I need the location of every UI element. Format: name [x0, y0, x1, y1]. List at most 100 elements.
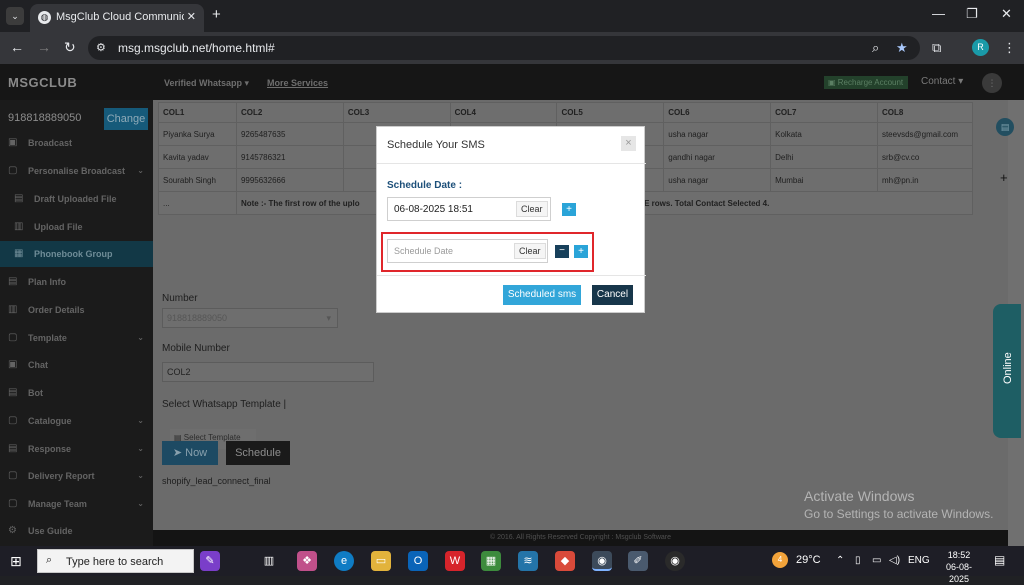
app-header: MSGCLUB Verified Whatsapp ▾ More Service…: [0, 64, 1024, 100]
user-icon[interactable]: ⋮: [982, 73, 1002, 93]
number-select[interactable]: 918818889050 ▾: [162, 308, 338, 328]
chrome-profile-icon[interactable]: ◉: [665, 551, 685, 571]
file-explorer-icon[interactable]: ▭: [371, 551, 391, 571]
sidebar-item-4[interactable]: ▦ Phonebook Group: [0, 241, 153, 267]
sidebar-item-11[interactable]: ▤ Response ⌄: [0, 436, 153, 462]
volume-icon[interactable]: ◁): [889, 555, 900, 566]
table-header: COL7: [770, 102, 878, 123]
browser-tab[interactable]: ◍ MsgClub Cloud Communication ✕: [30, 4, 204, 32]
close-icon[interactable]: ✕: [187, 10, 196, 23]
cancel-button[interactable]: Cancel: [592, 285, 633, 305]
sidebar-item-13[interactable]: ▢ Manage Team ⌄: [0, 491, 153, 517]
restore-icon[interactable]: ❐: [966, 6, 978, 22]
contact-menu[interactable]: Contact ▾: [921, 76, 963, 87]
recharge-button[interactable]: ▣ Recharge Account: [824, 76, 908, 89]
paint-icon[interactable]: ✐: [628, 551, 648, 571]
weather-icon[interactable]: 4: [772, 552, 788, 568]
scheduled-sms-button[interactable]: Scheduled sms: [503, 285, 581, 305]
close-window-icon[interactable]: ✕: [1001, 6, 1012, 22]
chevron-down-icon: ⌄: [137, 333, 144, 342]
outlook-icon[interactable]: O: [408, 551, 428, 571]
star-icon[interactable]: ★: [896, 40, 908, 56]
sidebar-item-label: Order Details: [28, 305, 85, 315]
sidebar-item-label: Response: [28, 444, 72, 454]
device-icon[interactable]: ▯: [855, 555, 861, 566]
mobile-number-select[interactable]: COL2: [162, 362, 374, 382]
profile-avatar[interactable]: R: [972, 39, 989, 56]
taskbar-search[interactable]: ⌕ Type here to search: [37, 549, 194, 573]
remove-date-button[interactable]: −: [555, 245, 569, 258]
weather-temp[interactable]: 29°C: [796, 554, 821, 566]
network-app-icon[interactable]: ≋: [518, 551, 538, 571]
table-header: COL1: [158, 102, 237, 123]
copilot-icon[interactable]: ✎: [200, 551, 220, 571]
edge-icon[interactable]: e: [334, 551, 354, 571]
nav-more-services[interactable]: More Services: [267, 78, 328, 88]
sidebar-item-6[interactable]: ▥ Order Details: [0, 297, 153, 323]
plus-icon[interactable]: +: [212, 6, 221, 23]
forward-icon[interactable]: →: [37, 39, 51, 55]
chrome-icon[interactable]: ◉: [592, 551, 612, 571]
clear-button-2[interactable]: Clear: [514, 243, 546, 259]
menu-icon[interactable]: ⋮: [1003, 40, 1016, 56]
sidebar-item-9[interactable]: ▤ Bot: [0, 380, 153, 406]
sidebar-icon: ▢: [8, 470, 18, 481]
clear-button-1[interactable]: Clear: [516, 201, 548, 217]
sidebar-item-label: Chat: [28, 360, 48, 370]
sidebar-item-0[interactable]: ▣ Broadcast: [0, 130, 153, 156]
schedule-date-placeholder: Schedule Date: [394, 246, 454, 256]
sidebar-item-5[interactable]: ▤ Plan Info: [0, 269, 153, 295]
anydesk-icon[interactable]: ◆: [555, 551, 575, 571]
sidebar-item-2[interactable]: ▤ Draft Uploaded File: [0, 186, 153, 212]
system-clock[interactable]: 18:52 06-08-2025: [936, 549, 982, 585]
table-cell: mh@pn.in: [876, 168, 974, 192]
minimize-icon[interactable]: —: [932, 6, 945, 21]
add-icon[interactable]: +: [1000, 170, 1008, 185]
table-cell: 9995632666: [235, 168, 344, 192]
zoom-icon[interactable]: ⌕: [872, 40, 879, 56]
back-icon[interactable]: ←: [10, 39, 24, 55]
sidebar-item-3[interactable]: ▥ Upload File: [0, 214, 153, 240]
sidebar: 918818889050 Change ▣ Broadcast ▢ Personali…: [0, 100, 153, 546]
sidebar-item-label: Delivery Report: [28, 471, 95, 481]
sidebar-item-8[interactable]: ▣ Chat: [0, 352, 153, 378]
reload-icon[interactable]: ↻: [64, 39, 76, 56]
spreadsheet-icon[interactable]: ▦: [481, 551, 501, 571]
tab-search-icon[interactable]: ⌄: [6, 7, 24, 25]
site-info-icon[interactable]: ⚙: [96, 41, 106, 54]
chat-icon[interactable]: ▤: [996, 118, 1014, 136]
activate-windows-title: Activate Windows: [804, 488, 915, 504]
sidebar-item-1[interactable]: ▢ Personalise Broadcast ⌄: [0, 158, 153, 184]
address-bar[interactable]: ⚙ msg.msgclub.net/home.html# ⌕ ★: [88, 36, 920, 60]
online-chat-tab[interactable]: Online: [993, 304, 1021, 438]
add-date-button-2[interactable]: +: [574, 245, 588, 258]
sidebar-item-14[interactable]: ⚙ Use Guide: [0, 518, 153, 544]
notifications-icon[interactable]: ▤: [994, 553, 1005, 567]
task-view-icon[interactable]: ▥: [259, 551, 279, 571]
brand-logo[interactable]: MSGCLUB: [8, 75, 77, 90]
sidebar-item-7[interactable]: ▢ Template ⌄: [0, 325, 153, 351]
extensions-icon[interactable]: ⧉: [932, 40, 941, 56]
table-cell: Sourabh Singh: [158, 168, 237, 192]
chevron-up-icon[interactable]: ⌃: [836, 555, 844, 566]
sidebar-item-12[interactable]: ▢ Delivery Report ⌄: [0, 463, 153, 489]
language-indicator[interactable]: ENG: [908, 555, 930, 566]
sidebar-icon: ▤: [8, 387, 18, 398]
footer: © 2016. All Rights Reserved Copyright : …: [153, 530, 1008, 546]
table-header: COL8: [876, 102, 974, 123]
sidebar-icon: ▢: [8, 498, 18, 509]
sidebar-item-10[interactable]: ▢ Catalogue ⌄: [0, 408, 153, 434]
close-icon[interactable]: ×: [621, 136, 636, 151]
network-icon[interactable]: ▭: [872, 555, 881, 566]
wps-icon[interactable]: W: [445, 551, 465, 571]
table-cell: Mumbai: [770, 168, 878, 192]
change-button[interactable]: Change: [104, 108, 148, 130]
colorful-app-icon[interactable]: ❖: [297, 551, 317, 571]
nav-verified-whatsapp[interactable]: Verified Whatsapp ▾: [164, 78, 249, 89]
add-date-button[interactable]: +: [562, 203, 576, 216]
windows-start-icon[interactable]: ⊞: [10, 553, 22, 570]
table-header: COL5: [556, 102, 665, 123]
now-button[interactable]: ➤ Now: [162, 441, 218, 465]
schedule-button[interactable]: Schedule: [226, 441, 290, 465]
sidebar-icon: ▣: [8, 137, 18, 148]
